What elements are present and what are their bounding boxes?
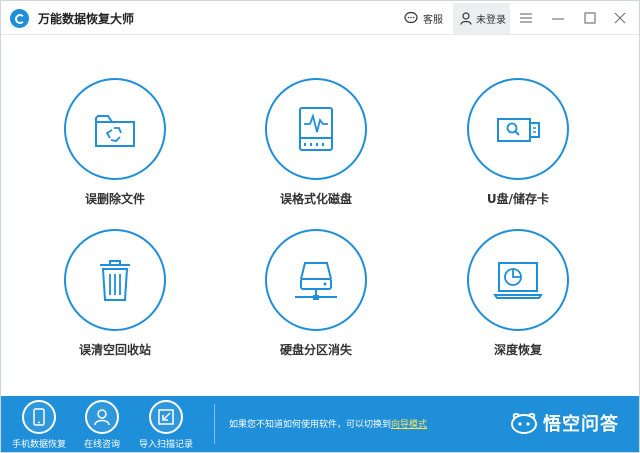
bottom-circle — [85, 400, 119, 434]
disk-pulse-icon — [299, 107, 333, 151]
minimize-icon — [552, 18, 564, 20]
watermark-text: 悟空问答 — [543, 414, 619, 435]
login-button[interactable]: 未登录 — [453, 3, 510, 34]
bottom-bar: 手机数据恢复 在线咨询 导入扫描记录 如果您不知道如何使用软件，可以切换到向导模… — [1, 396, 639, 452]
feature-deep-recovery[interactable]: 深度恢复 — [448, 229, 588, 358]
feature-label: 深度恢复 — [493, 343, 542, 357]
feature-formatted-disk[interactable]: 误格式化磁盘 — [246, 78, 386, 207]
app-title: 万能数据恢复大师 — [38, 12, 135, 26]
maximize-icon — [584, 12, 596, 24]
close-button[interactable] — [611, 10, 629, 26]
feature-circle — [64, 229, 166, 331]
monitor-scan-icon — [493, 262, 543, 299]
import-icon — [158, 409, 174, 425]
bottom-label: 导入扫描记录 — [138, 440, 193, 450]
bottom-label: 手机数据恢复 — [11, 440, 66, 450]
phone-icon — [33, 408, 45, 426]
mode-hint: 如果您不知道如何使用软件，可以切换到向导模式 — [229, 417, 427, 430]
customer-service-button[interactable]: 客服 — [404, 8, 443, 28]
feature-partition-lost[interactable]: 硬盘分区消失 — [246, 229, 386, 358]
phone-recovery-button[interactable]: 手机数据恢复 — [7, 400, 71, 450]
menu-button[interactable] — [517, 10, 535, 26]
feature-emptied-recycle-bin[interactable]: 误清空回收站 — [45, 229, 185, 358]
maximize-button[interactable] — [581, 10, 599, 26]
customer-service-label: 客服 — [423, 14, 443, 26]
title-bar: 万能数据恢复大师 客服 未登录 — [1, 1, 639, 35]
online-consult-button[interactable]: 在线咨询 — [70, 400, 134, 450]
usb-drive-icon — [497, 118, 540, 142]
hamburger-menu-icon — [520, 13, 532, 23]
app-window: 万能数据恢复大师 客服 未登录 误删除文件 误格式化磁盘 U盘/储存卡 误清空回… — [0, 0, 640, 453]
feature-deleted-files[interactable]: 误删除文件 — [45, 78, 185, 207]
wizard-mode-link[interactable]: 向导模式 — [391, 420, 427, 430]
bottom-label: 在线咨询 — [83, 440, 120, 450]
trash-bin-icon — [100, 260, 130, 301]
login-label: 未登录 — [476, 15, 506, 26]
folder-recycle-icon — [95, 115, 135, 147]
divider — [214, 404, 215, 444]
feature-circle — [467, 229, 569, 331]
feature-circle — [265, 78, 367, 180]
feature-usb-card[interactable]: U盘/储存卡 — [448, 78, 588, 207]
bottom-circle — [149, 400, 183, 434]
chat-bubble-icon — [404, 11, 418, 24]
watermark: 悟空问答 — [509, 410, 619, 436]
feature-label: 硬盘分区消失 — [279, 343, 352, 357]
feature-label: 误删除文件 — [84, 192, 145, 206]
user-icon — [460, 12, 472, 25]
wukong-logo-icon — [511, 412, 537, 434]
feature-label: U盘/储存卡 — [486, 192, 550, 206]
consultant-icon — [94, 409, 110, 426]
import-scan-record-button[interactable]: 导入扫描记录 — [134, 400, 198, 450]
mode-hint-text: 如果您不知道如何使用软件，可以切换到 — [229, 420, 392, 430]
bottom-circle — [22, 400, 56, 434]
feature-circle — [265, 229, 367, 331]
hard-drive-network-icon — [295, 262, 337, 300]
close-icon — [614, 12, 626, 24]
feature-circle — [64, 78, 166, 180]
app-logo-icon — [10, 9, 29, 28]
feature-label: 误格式化磁盘 — [279, 192, 352, 206]
feature-circle — [467, 78, 569, 180]
minimize-button[interactable] — [549, 10, 567, 26]
feature-label: 误清空回收站 — [78, 343, 151, 357]
